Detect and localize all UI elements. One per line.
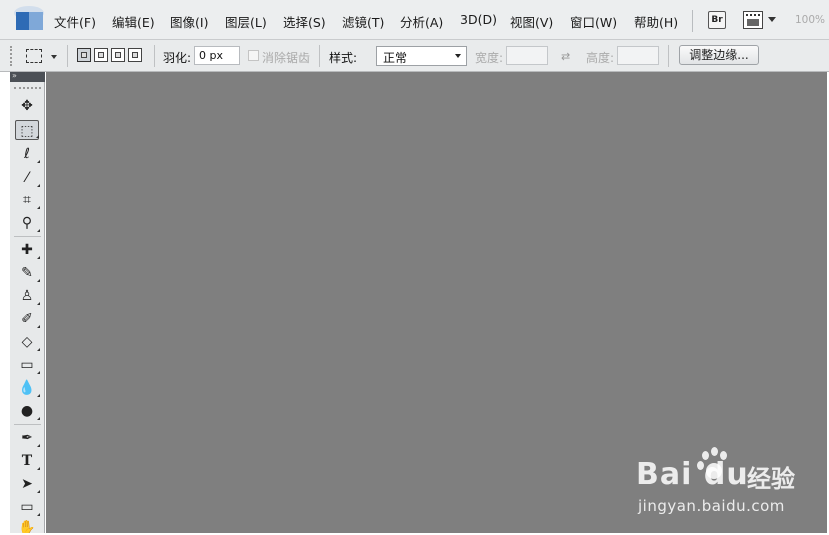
blur-icon[interactable]: 💧 <box>15 378 40 398</box>
antialias-label: 消除锯齿 <box>262 51 311 65</box>
toolbox-header[interactable]: » <box>10 71 45 82</box>
menu-window[interactable]: 窗口(W) <box>570 12 617 31</box>
crop-icon[interactable]: ⌗ <box>15 190 40 210</box>
healing-brush-icon[interactable]: ✚ <box>15 240 40 260</box>
menu-layer[interactable]: 图层(L) <box>225 12 267 31</box>
paw-logo-icon <box>694 447 734 487</box>
menu-analysis[interactable]: 分析(A) <box>400 12 443 31</box>
shape-icon[interactable]: ▭ <box>15 497 40 517</box>
type-icon[interactable]: T <box>15 451 40 471</box>
subtract-selection-icon[interactable] <box>111 48 125 62</box>
clone-stamp-icon[interactable]: ♙ <box>15 286 40 306</box>
move-icon[interactable]: ✥ <box>15 96 39 116</box>
eraser-icon[interactable]: ◇ <box>15 332 40 352</box>
hand-icon[interactable]: ✋ <box>15 518 39 534</box>
eyedropper-icon[interactable]: ⚲ <box>15 213 40 233</box>
screen-mode-icon[interactable] <box>743 11 763 29</box>
bridge-button[interactable]: Br <box>708 11 726 29</box>
history-brush-icon[interactable]: ✐ <box>15 309 40 329</box>
style-label: 样式: <box>329 51 358 65</box>
style-value: 正常 <box>383 51 408 65</box>
menu-view[interactable]: 视图(V) <box>510 12 553 31</box>
menu-bar: 文件(F) 编辑(E) 图像(I) 图层(L) 选择(S) 滤镜(T) 分析(A… <box>0 0 829 40</box>
options-divider <box>319 45 320 67</box>
pen-icon[interactable]: ✒ <box>15 428 40 448</box>
options-divider <box>154 45 155 67</box>
style-select[interactable]: 正常 <box>376 46 467 66</box>
zoom-level[interactable]: 100% <box>795 14 825 26</box>
height-label: 高度: <box>586 51 615 65</box>
watermark-url: jingyan.baidu.com <box>638 497 785 515</box>
path-selection-icon[interactable]: ➤ <box>15 474 40 494</box>
add-selection-icon[interactable] <box>94 48 108 62</box>
toolbox-divider <box>14 236 41 237</box>
width-input[interactable] <box>506 46 548 65</box>
options-bar: 羽化: 0 px 消除锯齿 样式: 正常 宽度: ⇄ 高度: 调整边缘... <box>0 40 829 72</box>
rect-marquee-icon[interactable]: ⬚ <box>15 120 39 140</box>
watermark-jingyan: 经验 <box>747 465 795 493</box>
chevron-down-icon[interactable] <box>768 17 776 22</box>
feather-input[interactable]: 0 px <box>194 46 240 65</box>
options-divider <box>668 45 669 67</box>
menu-select[interactable]: 选择(S) <box>283 12 326 31</box>
refine-edge-button[interactable]: 调整边缘... <box>679 45 759 65</box>
options-grip[interactable] <box>10 46 14 66</box>
intersect-selection-icon[interactable] <box>128 48 142 62</box>
menu-edit[interactable]: 编辑(E) <box>112 12 155 31</box>
menu-image[interactable]: 图像(I) <box>170 12 208 31</box>
new-selection-icon[interactable] <box>77 48 91 62</box>
menu-filter[interactable]: 滤镜(T) <box>342 12 384 31</box>
swap-icon[interactable]: ⇄ <box>561 50 570 63</box>
brush-icon[interactable]: ✎ <box>15 263 40 283</box>
menu-file[interactable]: 文件(F) <box>54 12 96 31</box>
chevron-down-icon <box>455 54 461 58</box>
collapse-icon[interactable]: » <box>12 71 17 80</box>
toolbox: » ✥ ⬚ ℓ ⁄ ⌗ ⚲ ✚ ✎ ♙ ✐ ◇ ▭ 💧 ● ✒ T ➤ ▭ ✋ <box>10 71 45 535</box>
height-input[interactable] <box>617 46 659 65</box>
menu-3d[interactable]: 3D(D) <box>460 12 497 27</box>
chevron-down-icon[interactable] <box>51 55 57 59</box>
options-divider <box>67 45 68 67</box>
menu-help[interactable]: 帮助(H) <box>634 12 678 31</box>
width-label: 宽度: <box>475 51 504 65</box>
photoshop-logo-icon[interactable] <box>12 6 46 36</box>
magic-wand-icon[interactable]: ⁄ <box>15 168 40 188</box>
lasso-icon[interactable]: ℓ <box>15 144 40 164</box>
gradient-icon[interactable]: ▭ <box>15 355 40 375</box>
rect-marquee-preset-icon[interactable] <box>26 49 42 63</box>
baidu-watermark: Bai du 经验 jingyan.baidu.com <box>636 447 826 527</box>
menu-divider <box>692 10 693 32</box>
dodge-icon[interactable]: ● <box>15 401 40 421</box>
toolbox-divider <box>14 424 41 425</box>
feather-label: 羽化: <box>163 51 192 65</box>
toolbox-grip[interactable] <box>14 87 41 90</box>
antialias-checkbox[interactable] <box>248 50 259 61</box>
